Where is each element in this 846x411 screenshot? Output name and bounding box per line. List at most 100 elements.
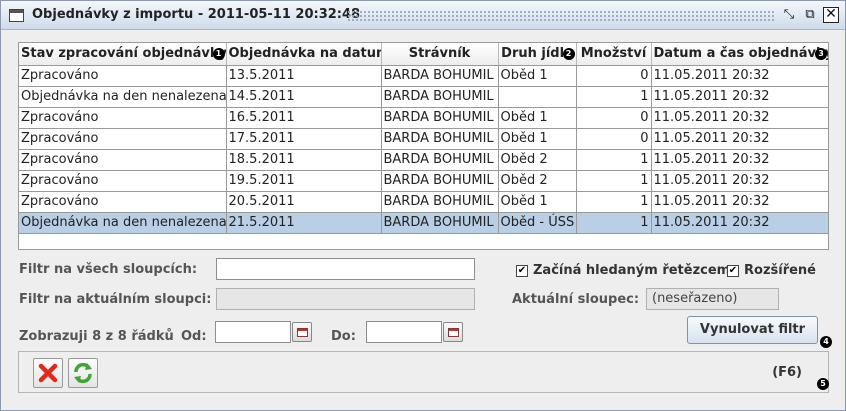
table-row[interactable]: Zpracováno 16.5.2011 BARDA BOHUMIL Oběd 101…: [19, 107, 828, 129]
table-cell: BARDA BOHUMIL: [381, 107, 499, 129]
import-orders-window: Objednávky z importu - 2011-05-11 20:32:…: [0, 0, 846, 411]
extended-checkbox[interactable]: ✔: [727, 265, 739, 277]
table-header: Stav zpracování objednávky 1 Objednávka n…: [19, 43, 829, 66]
column-header-meal[interactable]: Druh jídla 2: [498, 43, 577, 66]
cancel-button[interactable]: [33, 358, 63, 388]
shortcut-hint: (F6): [772, 365, 802, 380]
to-label: Do:: [331, 329, 356, 344]
table-cell: Zpracováno: [19, 170, 227, 192]
table-cell: 21.5.2011: [226, 212, 382, 234]
row-count-label: Zobrazuji 8 z 8 řádků: [19, 329, 174, 344]
window-title: Objednávky z importu - 2011-05-11 20:32:…: [32, 7, 361, 22]
table-cell: Oběd 1: [498, 65, 577, 87]
column-header-order-time[interactable]: Datum a čas objednávky 3: [651, 43, 829, 66]
refresh-button[interactable]: [68, 358, 98, 388]
starts-with-checkbox[interactable]: ✔: [516, 265, 528, 277]
table-cell: 1: [576, 212, 652, 234]
table-cell: 11.05.2011 20:32: [651, 128, 828, 150]
table-row[interactable]: Zpracováno 19.5.2011 BARDA BOHUMIL Oběd 2 11…: [19, 170, 828, 192]
table-cell: 11.05.2011 20:32: [651, 86, 828, 108]
table-cell: 16.5.2011: [226, 107, 382, 129]
table-cell: 11.05.2011 20:32: [651, 191, 828, 213]
column-header-label: Objednávka na datum: [228, 46, 381, 62]
filter-all-label: Filtr na všech sloupcích:: [19, 262, 198, 277]
table-cell: BARDA BOHUMIL: [381, 149, 499, 171]
minimize-icon[interactable]: ⤡: [781, 7, 797, 23]
table-cell: 1: [576, 86, 652, 108]
column-header-diner[interactable]: Strávník: [381, 43, 499, 66]
maximize-icon[interactable]: ⧉: [802, 7, 818, 23]
title-bar[interactable]: Objednávky z importu - 2011-05-11 20:32:…: [1, 1, 845, 30]
bottom-toolbar: (F6): [18, 351, 829, 393]
table-row[interactable]: Objednávka na den nenalezena 21.5.2011 BAR…: [19, 212, 828, 234]
table-cell: 19.5.2011: [226, 170, 382, 192]
table-cell: BARDA BOHUMIL: [381, 212, 499, 234]
table-cell: Zpracováno: [19, 65, 227, 87]
column-header-label: Množství: [580, 46, 647, 62]
column-header-label: Datum a čas objednávky: [653, 46, 829, 62]
current-column-value: (neseřazeno): [646, 288, 779, 310]
table-cell: Oběd 1: [498, 191, 577, 213]
table-row[interactable]: Zpracováno 17.5.2011 BARDA BOHUMIL Oběd 101…: [19, 128, 828, 150]
table-cell: 18.5.2011: [226, 149, 382, 171]
table-cell: 1: [576, 149, 652, 171]
column-header-quantity[interactable]: Množství: [576, 43, 652, 66]
table-cell: BARDA BOHUMIL: [381, 170, 499, 192]
table-cell: Objednávka na den nenalezena: [19, 86, 227, 108]
window-icon: [9, 9, 24, 22]
table-cell: 0: [576, 128, 652, 150]
orders-table: Stav zpracování objednávky 1 Objednávka n…: [18, 42, 829, 250]
table-cell: Zpracováno: [19, 128, 227, 150]
table-cell: 11.05.2011 20:32: [651, 65, 828, 87]
table-cell: BARDA BOHUMIL: [381, 191, 499, 213]
marker-badge: 4: [820, 336, 832, 348]
table-cell: [498, 86, 577, 108]
column-header-label: Stav zpracování objednávky: [21, 46, 226, 62]
filter-all-input[interactable]: [216, 258, 475, 280]
table-row[interactable]: Objednávka na den nenalezena 14.5.2011 BAR…: [19, 86, 828, 108]
calendar-icon: [297, 328, 308, 337]
table-cell: 11.05.2011 20:32: [651, 170, 828, 192]
marker-badge: 2: [562, 48, 575, 60]
close-icon: [38, 363, 58, 383]
table-cell: 11.05.2011 20:32: [651, 107, 828, 129]
table-row[interactable]: Zpracováno 13.5.2011 BARDA BOHUMIL Oběd 101…: [19, 65, 828, 87]
column-header-status[interactable]: Stav zpracování objednávky 1: [19, 43, 227, 66]
close-window-icon[interactable]: ✕: [823, 7, 839, 23]
from-date-input[interactable]: [215, 321, 291, 343]
table-cell: Oběd 2: [498, 149, 577, 171]
table-cell: Zpracováno: [19, 191, 227, 213]
marker-badge: 1: [212, 48, 225, 60]
table-cell: Oběd 2: [498, 170, 577, 192]
marker-badge: 5: [817, 378, 829, 390]
from-label: Od:: [181, 329, 207, 344]
reset-filter-button[interactable]: Vynulovat filtr: [687, 316, 818, 344]
table-cell: Oběd 1: [498, 107, 577, 129]
table-cell: 20.5.2011: [226, 191, 382, 213]
column-header-date[interactable]: Objednávka na datum: [226, 43, 382, 66]
table-cell: Oběd - ÚSS: [498, 212, 577, 234]
table-cell: BARDA BOHUMIL: [381, 65, 499, 87]
table-cell: Objednávka na den nenalezena: [19, 212, 227, 234]
from-calendar-button[interactable]: [292, 322, 312, 342]
current-column-label: Aktuální sloupec:: [512, 292, 640, 307]
title-grip: [347, 10, 774, 21]
table-cell: Zpracováno: [19, 149, 227, 171]
to-calendar-button[interactable]: [443, 322, 463, 342]
column-header-label: Strávník: [408, 46, 471, 62]
table-row[interactable]: Zpracováno 18.5.2011 BARDA BOHUMIL Oběd 211…: [19, 149, 828, 171]
table-cell: 17.5.2011: [226, 128, 382, 150]
starts-with-label: Začíná hledaným řetězcem: [533, 263, 731, 278]
table-cell: 11.05.2011 20:32: [651, 212, 828, 234]
table-cell: BARDA BOHUMIL: [381, 86, 499, 108]
table-cell: BARDA BOHUMIL: [381, 128, 499, 150]
table-row[interactable]: Zpracováno 20.5.2011 BARDA BOHUMIL Oběd 111…: [19, 191, 828, 213]
extended-label: Rozšířené: [744, 263, 817, 278]
table-cell: Oběd 1: [498, 128, 577, 150]
empty-row: [19, 233, 828, 254]
table-cell: 11.05.2011 20:32: [651, 149, 828, 171]
table-cell: 14.5.2011: [226, 86, 382, 108]
refresh-icon: [74, 362, 92, 384]
table-cell: 1: [576, 191, 652, 213]
to-date-input[interactable]: [366, 321, 442, 343]
